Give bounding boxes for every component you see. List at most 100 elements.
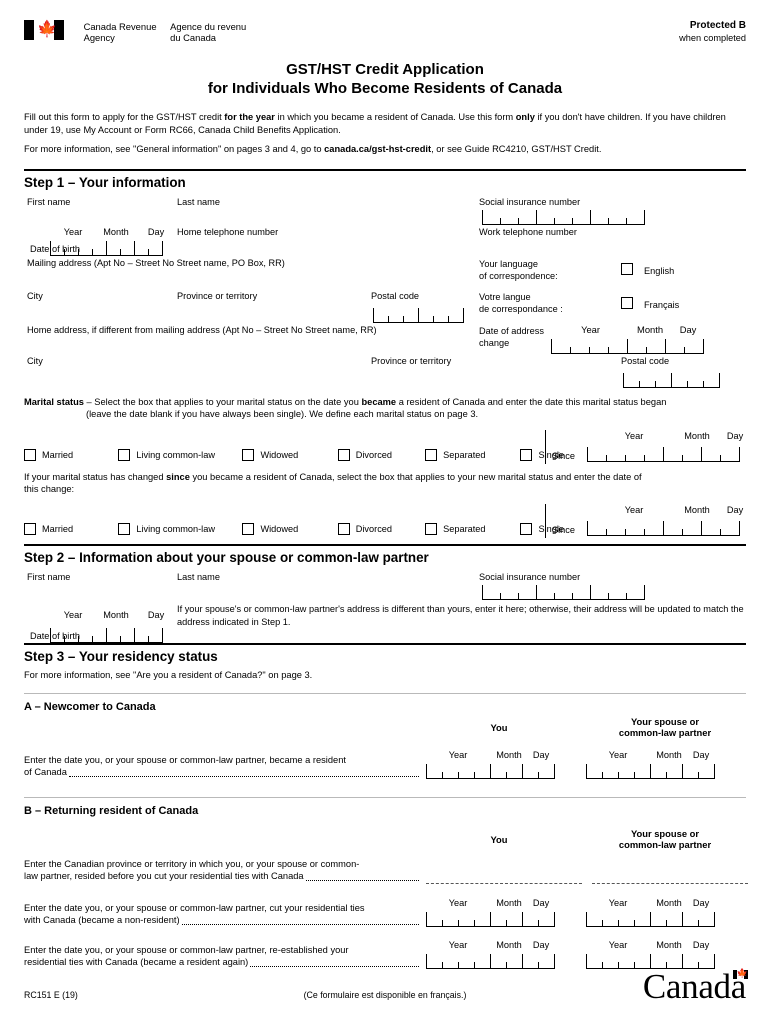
- intro-p1-d: only: [515, 112, 535, 122]
- section-b-q2-line2: with Canada (became a non-resident): [24, 915, 180, 926]
- spouse-dob-comb[interactable]: [50, 628, 163, 644]
- single-checkbox-2[interactable]: [520, 523, 533, 536]
- date-address-change-comb[interactable]: [551, 338, 705, 354]
- marital-intro-b: became: [361, 396, 397, 407]
- widowed-label-2: Widowed: [260, 524, 299, 535]
- date-address-change-field[interactable]: Date of address change Year Month Day: [476, 323, 746, 354]
- sin-comb[interactable]: [482, 209, 646, 225]
- addr-change-day-label: Day: [672, 324, 704, 336]
- living-common-law-checkbox-2[interactable]: [118, 523, 131, 536]
- marital-changed-line1: If your marital status has changed since…: [24, 471, 746, 483]
- a-you-month: Month: [496, 749, 522, 760]
- section-b-q2-spouse-comb[interactable]: [586, 911, 715, 927]
- divorced-checkbox[interactable]: [337, 448, 350, 461]
- b2-sp-day: Day: [692, 897, 710, 908]
- marital-option-divorced[interactable]: Divorced: [337, 448, 425, 461]
- date-addr-change-line2: change: [479, 337, 510, 348]
- english-checkbox[interactable]: [621, 262, 634, 275]
- spouse-first-name-label: First name: [27, 572, 71, 583]
- spouse-first-name-field[interactable]: First name: [24, 570, 174, 600]
- married-checkbox-2[interactable]: [24, 523, 36, 536]
- section-a-you-comb[interactable]: [426, 763, 555, 779]
- spouse-address-note: If your spouse's or common-law partner's…: [174, 600, 746, 628]
- marital2-option-divorced[interactable]: Divorced: [337, 523, 425, 536]
- spouse-sin-field[interactable]: Social insurance number: [476, 570, 746, 601]
- section-a-spouse-comb[interactable]: [586, 763, 715, 779]
- spouse-last-name-label: Last name: [177, 572, 220, 583]
- last-name-field[interactable]: Last name: [174, 195, 476, 225]
- gst-hst-credit-link[interactable]: canada.ca/gst-hst-credit: [324, 144, 431, 154]
- marital-option-married[interactable]: Married: [24, 448, 118, 461]
- home-postal-code-comb[interactable]: [623, 372, 721, 388]
- spouse-sin-comb[interactable]: [482, 585, 646, 601]
- postal-code-field[interactable]: Postal code: [368, 289, 476, 323]
- intro-p1-c: in which you became a resident of Canada…: [274, 112, 516, 122]
- form-code: RC151 E (19): [24, 990, 78, 1000]
- section-b-q1-row: Enter the Canadian province or territory…: [24, 856, 748, 892]
- city-field[interactable]: City: [24, 289, 174, 323]
- dob-comb[interactable]: [50, 240, 163, 256]
- step1-home-address-row: Home address, if different from mailing …: [24, 323, 746, 354]
- home-address-field[interactable]: Home address, if different from mailing …: [24, 323, 476, 354]
- protected-b-sub: when completed: [679, 33, 746, 43]
- masthead: 🍁 Canada Revenue Agency Agence du revenu…: [24, 0, 746, 46]
- mailing-address-field[interactable]: Mailing address (Apt No – Street No Stre…: [24, 256, 476, 289]
- living-common-law-checkbox[interactable]: [118, 448, 131, 461]
- language-en-line2: of correspondence:: [479, 270, 558, 281]
- home-city-field[interactable]: City: [24, 354, 368, 388]
- col-spouse-b-line2: common-law partner: [618, 839, 712, 851]
- marital-day-label-2: Day: [726, 505, 744, 516]
- city-label: City: [27, 290, 43, 301]
- single-checkbox[interactable]: [520, 448, 533, 461]
- home-phone-field[interactable]: Home telephone number: [174, 225, 476, 256]
- marital2-option-widowed[interactable]: Widowed: [242, 523, 337, 536]
- spouse-last-name-field[interactable]: Last name: [174, 570, 476, 600]
- step2-name-row: First name Last name Social insurance nu…: [24, 570, 746, 601]
- changed-b: since: [166, 471, 190, 482]
- section-a-col-headers: You Your spouse or common-law partner: [24, 716, 746, 746]
- work-phone-field[interactable]: Work telephone number: [476, 225, 746, 256]
- canada-flag-icon: 🍁: [24, 20, 64, 40]
- marital2-option-separated[interactable]: Separated: [425, 523, 520, 536]
- married-checkbox[interactable]: [24, 448, 36, 461]
- widowed-checkbox-2[interactable]: [242, 523, 255, 536]
- section-b-q2-you-comb[interactable]: [426, 911, 555, 927]
- widowed-checkbox[interactable]: [242, 448, 255, 461]
- spouse-address-note-cell: If your spouse's or common-law partner's…: [174, 600, 746, 643]
- b-q1-spouse-input[interactable]: [592, 882, 748, 884]
- section-b-q2-you-ymd: Year Month Day: [426, 898, 554, 908]
- separated-checkbox-2[interactable]: [425, 523, 438, 536]
- b-q1-you-input[interactable]: [426, 882, 582, 884]
- marital-status-row-2: Married Living common-law Widowed Divorc…: [24, 504, 746, 539]
- intro-text: Fill out this form to apply for the GST/…: [24, 111, 746, 156]
- home-province-field[interactable]: Province or territory: [368, 354, 618, 388]
- divorced-checkbox-2[interactable]: [337, 523, 350, 536]
- marital2-option-married[interactable]: Married: [24, 523, 118, 536]
- col-you-a: You: [490, 721, 508, 733]
- english-option-label: English: [644, 265, 675, 276]
- separated-checkbox[interactable]: [425, 448, 438, 461]
- first-name-field[interactable]: First name: [24, 195, 174, 225]
- marital-option-common-law[interactable]: Living common-law: [118, 448, 242, 461]
- marital-since-comb-2[interactable]: [587, 521, 740, 537]
- addr-change-month-label: Month: [630, 324, 670, 336]
- home-postal-code-field[interactable]: Postal code: [618, 354, 746, 388]
- marital-option-separated[interactable]: Separated: [425, 448, 520, 461]
- province-field[interactable]: Province or territory: [174, 289, 368, 323]
- marital-changed-line2: this change:: [24, 484, 75, 494]
- marital2-option-common-law[interactable]: Living common-law: [118, 523, 242, 536]
- step2-heading: Step 2 – Information about your spouse o…: [24, 550, 429, 566]
- col-spouse-b-line1: Your spouse or: [630, 827, 700, 839]
- section-a-you-ymd: Year Month Day: [426, 750, 554, 760]
- dob-day-head: Day: [50, 225, 174, 256]
- marital-option-widowed[interactable]: Widowed: [242, 448, 337, 461]
- francais-checkbox[interactable]: [621, 296, 634, 309]
- language-en-checkbox-cell: [618, 256, 636, 289]
- postal-code-comb[interactable]: [373, 307, 465, 323]
- spouse-dob-year-label: Year: [63, 610, 83, 621]
- marital-since-comb-1[interactable]: [587, 446, 740, 462]
- language-en-label: Your language of correspondence:: [476, 256, 618, 282]
- intro-p1-b: for the year: [224, 112, 275, 122]
- postal-code-label: Postal code: [371, 290, 420, 301]
- sin-field[interactable]: Social insurance number: [476, 195, 746, 225]
